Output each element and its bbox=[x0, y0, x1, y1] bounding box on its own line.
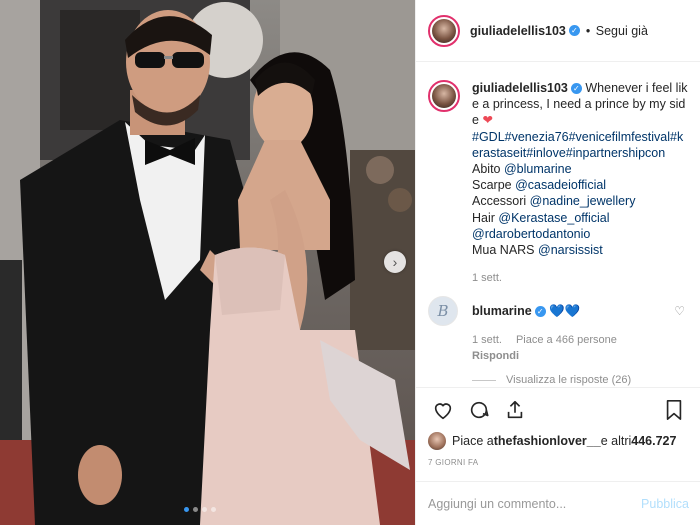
caption-text: giuliadelellis103 ✓ Whenever i feel like … bbox=[472, 80, 689, 258]
mention-link[interactable]: @Kerastase_official bbox=[498, 211, 609, 225]
comment-text: blumarine ✓ 💙💙 bbox=[472, 296, 580, 326]
caption-line-label: Abito bbox=[472, 162, 504, 177]
caption-hashtags[interactable]: #GDL#venezia76#venicefilmfestival#kerast… bbox=[472, 130, 683, 160]
carousel-indicator bbox=[184, 507, 216, 512]
post-photo[interactable]: › bbox=[0, 0, 415, 525]
caption-timestamp[interactable]: 1 sett. bbox=[472, 272, 689, 284]
mention-link[interactable]: @nadine_jewellery bbox=[530, 194, 636, 208]
verified-badge-icon: ✓ bbox=[568, 25, 580, 36]
mention-link[interactable]: @blumarine bbox=[504, 162, 572, 176]
mention-link[interactable]: @rdarobertodantonio bbox=[472, 227, 590, 241]
comment-like-count[interactable]: Piace a 466 persone bbox=[516, 334, 617, 346]
publish-button[interactable]: Pubblica bbox=[641, 497, 689, 511]
likes-summary[interactable]: Piace a thefashionlover__ e altri 446.72… bbox=[428, 432, 676, 450]
author-username[interactable]: giuliadelellis103 bbox=[470, 24, 566, 38]
caption-comment: giuliadelellis103 ✓ Whenever i feel like … bbox=[428, 80, 689, 258]
comments-list[interactable]: giuliadelellis103 ✓ Whenever i feel like … bbox=[416, 62, 700, 387]
caption-username[interactable]: giuliadelellis103 bbox=[472, 81, 568, 95]
follow-status[interactable]: • Segui già bbox=[584, 24, 648, 38]
post-header: giuliadelellis103 ✓ • Segui già bbox=[416, 0, 700, 62]
comment-like-heart-icon[interactable]: ♡ bbox=[674, 304, 685, 318]
likes-prefix: Piace a bbox=[452, 434, 494, 448]
likes-suffix: e altri bbox=[600, 434, 632, 448]
post-side-panel: giuliadelellis103 ✓ • Segui già giuliade… bbox=[415, 0, 700, 525]
caption-line-label: Scarpe bbox=[472, 178, 516, 193]
view-replies-label: Visualizza le risposte (26) bbox=[506, 374, 632, 387]
bookmark-icon[interactable] bbox=[659, 395, 689, 425]
follow-separator: • bbox=[585, 23, 591, 38]
chevron-right-icon: › bbox=[392, 254, 398, 270]
comment-timestamp[interactable]: 1 sett. bbox=[472, 334, 502, 346]
caption-line-label: Mua NARS bbox=[472, 243, 538, 258]
verified-badge-icon: ✓ bbox=[534, 306, 546, 318]
photo-illustration bbox=[0, 0, 415, 525]
follow-button[interactable]: Segui già bbox=[596, 24, 648, 38]
mention-link[interactable]: @narsissist bbox=[538, 243, 603, 257]
author-avatar[interactable] bbox=[428, 14, 460, 47]
comment-input[interactable] bbox=[428, 496, 642, 511]
view-replies-button[interactable]: Visualizza le risposte (26) bbox=[472, 374, 689, 386]
caption-line-label: Hair bbox=[472, 210, 499, 225]
carousel-dot bbox=[202, 507, 207, 512]
comment-item: B blumarine ✓ 💙💙 ♡ bbox=[428, 296, 689, 327]
liker-avatar bbox=[428, 432, 446, 450]
carousel-dot bbox=[193, 507, 198, 512]
mention-link[interactable]: @casadeiofficial bbox=[515, 178, 606, 192]
comment-meta: 1 sett. Piace a 466 persone bbox=[472, 334, 689, 346]
carousel-next-button[interactable]: › bbox=[384, 251, 406, 273]
comment-bubble-icon[interactable] bbox=[464, 395, 494, 425]
verified-badge-icon: ✓ bbox=[570, 83, 582, 95]
reply-button[interactable]: Rispondi bbox=[472, 350, 689, 362]
share-icon[interactable] bbox=[500, 395, 530, 425]
post-age[interactable]: 7 GIORNI FA bbox=[428, 458, 478, 467]
carousel-dot-active bbox=[184, 507, 189, 512]
likes-count[interactable]: 446.727 bbox=[631, 434, 676, 448]
replies-divider bbox=[472, 379, 496, 381]
caption-line-label: Accessori bbox=[472, 194, 530, 209]
red-heart-icon: ❤ bbox=[482, 113, 493, 128]
carousel-dot bbox=[211, 507, 216, 512]
caption-avatar[interactable] bbox=[428, 80, 460, 112]
comment-body: 💙💙 bbox=[549, 304, 581, 319]
liker-username[interactable]: thefashionlover__ bbox=[494, 434, 601, 448]
commenter-avatar-letter: B bbox=[437, 302, 449, 321]
like-heart-icon[interactable] bbox=[428, 395, 458, 425]
commenter-username[interactable]: blumarine bbox=[472, 304, 532, 318]
commenter-avatar[interactable]: B bbox=[428, 296, 458, 327]
add-comment-bar: Pubblica bbox=[416, 481, 700, 525]
post-actions-bar bbox=[416, 387, 700, 431]
